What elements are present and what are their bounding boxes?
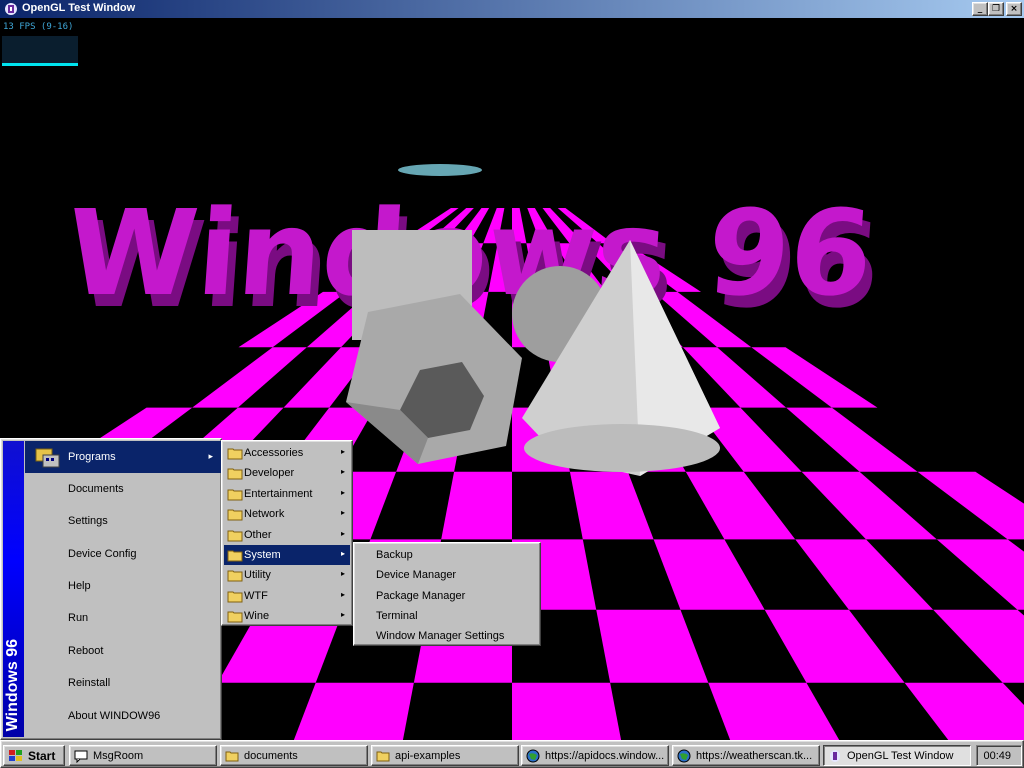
maximize-button[interactable]: ❐: [988, 2, 1004, 16]
programs-item-network[interactable]: Network ▸: [224, 504, 350, 524]
system-item-package-manager[interactable]: Package Manager: [356, 586, 538, 606]
start-item-run[interactable]: Run: [25, 602, 221, 634]
programs-submenu: Accessories ▸ Developer ▸ Entertainment ▸ Netw…: [221, 440, 353, 626]
floor-tile: [512, 682, 622, 740]
taskbar-button-6[interactable]: OpenGL Test Window: [823, 745, 971, 766]
programs-item-wine[interactable]: Wine ▸: [224, 606, 350, 626]
system-item-backup[interactable]: Backup: [356, 545, 538, 565]
chevron-right-icon: ▸: [340, 590, 345, 599]
chevron-right-icon: ▸: [340, 488, 345, 497]
chevron-right-icon: ▸: [340, 447, 345, 456]
chevron-right-icon: ▸: [340, 529, 345, 538]
chevron-right-icon: ▸: [340, 467, 345, 476]
start-item-documents[interactable]: Documents: [25, 473, 221, 505]
taskbar-button-4[interactable]: https://apidocs.window...: [521, 745, 669, 766]
folder-icon: [227, 591, 243, 603]
folder-icon: [227, 611, 243, 623]
start-menu: Windows 96 Programs ▸ Documents Settings…: [0, 438, 222, 740]
taskbar-button-1[interactable]: MsgRoom: [69, 745, 217, 766]
opengl-app-icon: [5, 3, 17, 15]
clock: 00:49: [983, 750, 1011, 762]
browser-icon: [677, 749, 691, 763]
programs-icon: [35, 448, 60, 468]
chevron-right-icon: ▸: [340, 549, 345, 558]
cyan-blur-object: [398, 164, 482, 176]
taskbar-button-5[interactable]: https://weatherscan.tk...: [672, 745, 820, 766]
system-item-terminal[interactable]: Terminal: [356, 606, 538, 626]
start-item-device-config[interactable]: Device Config: [25, 538, 221, 570]
programs-item-developer[interactable]: Developer ▸: [224, 463, 350, 483]
window-titlebar[interactable]: OpenGL Test Window _ ❐ ×: [0, 0, 1024, 18]
taskbar-button-2[interactable]: documents: [220, 745, 368, 766]
chat-icon: [74, 750, 88, 763]
programs-item-other[interactable]: Other ▸: [224, 525, 350, 545]
folder-icon: [227, 550, 243, 562]
folder-icon: [227, 509, 243, 521]
programs-item-system[interactable]: System ▸: [224, 545, 350, 565]
chevron-right-icon: ▸: [340, 610, 345, 619]
system-submenu: Backup Device Manager Package Manager Termi…: [353, 542, 541, 646]
start-item-settings[interactable]: Settings: [25, 505, 221, 537]
start-item-reinstall[interactable]: Reinstall: [25, 667, 221, 699]
close-button[interactable]: ×: [1006, 2, 1022, 16]
browser-icon: [526, 749, 540, 763]
start-item-programs[interactable]: Programs ▸: [25, 441, 221, 473]
system-item-window-manager-settings[interactable]: Window Manager Settings: [356, 626, 538, 646]
windows-logo-icon: [9, 750, 22, 761]
programs-item-entertainment[interactable]: Entertainment ▸: [224, 484, 350, 504]
folder-icon: [227, 448, 243, 460]
folder-icon: [376, 751, 390, 762]
start-item-reboot[interactable]: Reboot: [25, 635, 221, 667]
start-item-help[interactable]: Help: [25, 570, 221, 602]
opengl-app-icon: [830, 750, 840, 762]
folder-icon: [227, 489, 243, 501]
folder-icon: [227, 570, 243, 582]
fps-counter: 13 FPS (9-16): [3, 22, 74, 32]
fps-graph: [2, 36, 78, 66]
programs-item-wtf[interactable]: WTF ▸: [224, 586, 350, 606]
folder-icon: [225, 751, 239, 762]
fps-level-bar: [2, 63, 78, 66]
programs-item-accessories[interactable]: Accessories ▸: [224, 443, 350, 463]
start-menu-banner: Windows 96: [3, 441, 24, 737]
taskbar-button-3[interactable]: api-examples: [371, 745, 519, 766]
system-tray: 00:49: [976, 745, 1022, 766]
chevron-right-icon: ▸: [208, 451, 213, 461]
taskbar: Start MsgRoom documents api-examples https:…: [0, 740, 1024, 768]
folder-icon: [227, 468, 243, 480]
folder-icon: [227, 530, 243, 542]
window-title: OpenGL Test Window: [22, 2, 136, 14]
minimize-button[interactable]: _: [972, 2, 988, 16]
start-item-about[interactable]: About WINDOW96: [25, 700, 221, 732]
programs-item-utility[interactable]: Utility ▸: [224, 565, 350, 585]
start-button[interactable]: Start: [3, 745, 65, 766]
chevron-right-icon: ▸: [340, 508, 345, 517]
system-item-device-manager[interactable]: Device Manager: [356, 565, 538, 585]
chevron-right-icon: ▸: [340, 569, 345, 578]
